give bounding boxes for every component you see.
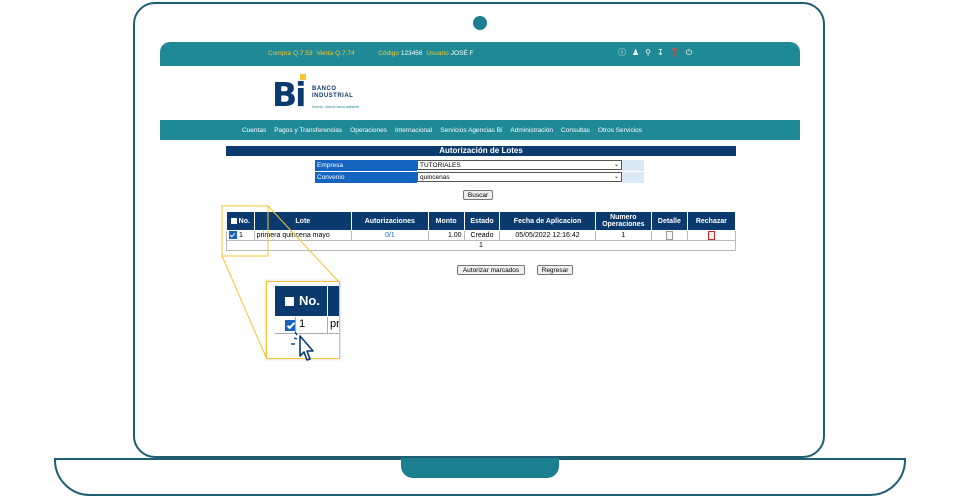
header-fecha: Fecha de Aplicacion xyxy=(499,211,596,231)
header-monto: Monto xyxy=(427,211,465,231)
header-operaciones: Numero Operaciones xyxy=(594,211,652,231)
logo-line2: INDUSTRIAL xyxy=(312,93,354,99)
zoom-header: No. xyxy=(275,286,339,316)
main-nav: Cuentas Pagos y Transferencias Operacion… xyxy=(160,120,800,140)
venta-value: Q.7.74 xyxy=(335,50,355,57)
pagination-row: 1 xyxy=(226,240,736,252)
pointer-cursor-icon xyxy=(291,331,314,361)
cell-no: 1 xyxy=(238,232,243,240)
power-icon[interactable]: ⏻ xyxy=(686,47,692,59)
top-info: Compra Q.7.53 Venta Q.7.74 Código 123456 Us… xyxy=(268,50,476,57)
cell-monto: 1.00 xyxy=(427,229,465,242)
cell-estado: Creado xyxy=(463,229,501,242)
cell-lote: primera quincena mayo xyxy=(253,229,352,242)
convenio-select[interactable]: quincenas ⌄ xyxy=(417,172,622,182)
usuario-label: Usuario xyxy=(426,50,449,57)
camera-dot xyxy=(473,16,487,30)
header-rechazar: Rechazar xyxy=(686,211,737,231)
header-no: No. xyxy=(238,217,250,225)
nav-item-cuentas[interactable]: Cuentas xyxy=(242,127,266,134)
top-icons: ⓘ ♟ ⚲ ↧ ❓ ⏻ xyxy=(618,47,692,59)
header-detalle: Detalle xyxy=(650,211,688,231)
header-estado: Estado xyxy=(463,211,501,231)
cell-select: 1 xyxy=(226,229,255,242)
empresa-label: Empresa xyxy=(315,160,417,171)
logo-dot xyxy=(300,74,306,80)
regresar-button[interactable]: Regresar xyxy=(537,265,573,275)
help-icon[interactable]: ❓ xyxy=(670,47,680,59)
logo-area: Bi BANCO INDUSTRIAL Somos. Vamos hacia a… xyxy=(160,66,800,120)
empresa-select[interactable]: TUTORIALES ⌄ xyxy=(417,160,622,170)
zoom-row-no: 1 xyxy=(299,318,306,330)
download-icon[interactable]: ↧ xyxy=(657,47,664,59)
chevron-down-icon: ⌄ xyxy=(613,162,619,168)
cell-rechazar xyxy=(686,229,737,242)
zoom-row-partial: pr xyxy=(330,318,340,330)
venta-label: Venta xyxy=(316,50,334,57)
bank-logo-mark: Bi xyxy=(272,75,306,114)
laptop-notch xyxy=(401,458,559,478)
logo-line1: BANCO xyxy=(312,86,337,92)
nav-item-otros[interactable]: Otros Servicios xyxy=(598,127,642,134)
page-number[interactable]: 1 xyxy=(226,240,736,252)
nav-item-pagos[interactable]: Pagos y Transferencias xyxy=(274,127,342,134)
info-icon[interactable]: ⓘ xyxy=(618,47,626,59)
autorizar-marcados-button[interactable]: Autorizar marcados xyxy=(457,265,525,275)
compra-label: Compra xyxy=(268,50,292,57)
location-icon[interactable]: ⚲ xyxy=(645,47,651,59)
zoom-select-all-checkbox xyxy=(285,297,294,306)
nav-item-consultas[interactable]: Consultas xyxy=(561,127,590,134)
convenio-label: Convenio xyxy=(315,172,417,183)
cell-fecha: 05/05/2022 12:16:42 xyxy=(499,229,596,242)
header-lote: Lote xyxy=(253,211,352,231)
codigo-label: Código xyxy=(378,50,399,57)
empresa-value: TUTORIALES xyxy=(420,162,461,169)
cell-operaciones: 1 xyxy=(594,229,652,242)
lotes-table: No. Lote Autorizaciones Monto Estado Fec… xyxy=(226,211,737,252)
zoom-header-no: No. xyxy=(299,293,320,308)
chevron-down-icon: ⌄ xyxy=(613,174,619,180)
detail-icon[interactable] xyxy=(665,231,673,240)
header-select: No. xyxy=(226,211,255,231)
buscar-button[interactable]: Buscar xyxy=(463,190,493,200)
filter-form: Empresa TUTORIALES ⌄ Convenio quincenas … xyxy=(315,160,645,184)
row-checkbox[interactable] xyxy=(229,231,237,240)
user-icon[interactable]: ♟ xyxy=(632,47,639,59)
table-row: 1 primera quincena mayo 0/1 1.00 Creado … xyxy=(226,229,737,242)
nav-item-operaciones[interactable]: Operaciones xyxy=(350,127,387,134)
cell-detalle xyxy=(650,229,688,242)
cell-autorizaciones: 0/1 xyxy=(350,229,429,242)
compra-value: Q.7.53 xyxy=(293,50,313,57)
bank-logo-text: BANCO INDUSTRIAL xyxy=(312,86,353,100)
usuario-value: JOSÉ F xyxy=(450,50,474,57)
autorizaciones-link[interactable]: 0/1 xyxy=(385,232,395,239)
codigo-value: 123456 xyxy=(400,50,423,57)
header-autorizaciones: Autorizaciones xyxy=(350,211,429,231)
nav-item-administracion[interactable]: Administración xyxy=(510,127,553,134)
page-title: Autorización de Lotes xyxy=(226,146,736,156)
top-info-bar: Compra Q.7.53 Venta Q.7.74 Código 123456 Us… xyxy=(160,42,800,66)
nav-item-servicios[interactable]: Servicios Agencias Bi xyxy=(440,127,502,134)
convenio-value: quincenas xyxy=(420,174,450,181)
browser-screen: Compra Q.7.53 Venta Q.7.74 Código 123456 Us… xyxy=(160,42,800,432)
reject-icon[interactable] xyxy=(707,231,715,240)
select-all-checkbox[interactable] xyxy=(230,217,237,224)
logo-tagline: Somos. Vamos hacia adelante xyxy=(312,105,360,109)
nav-item-internacional[interactable]: Internacional xyxy=(395,127,432,134)
